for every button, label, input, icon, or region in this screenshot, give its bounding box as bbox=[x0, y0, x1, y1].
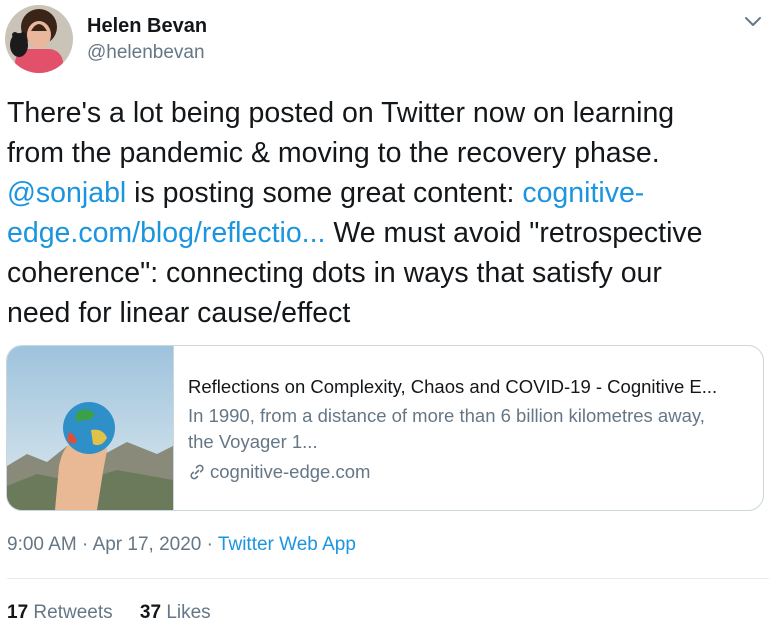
meta-separator: · bbox=[76, 534, 93, 555]
avatar[interactable] bbox=[5, 5, 73, 73]
tweet-text: There's a lot being posted on Twitter no… bbox=[7, 93, 775, 333]
card-description-line: In 1990, from a distance of more than 6 … bbox=[188, 405, 705, 426]
url-link[interactable]: cognitive- bbox=[522, 177, 644, 209]
tweet-line: There's a lot being posted on Twitter no… bbox=[7, 93, 775, 133]
card-description-line: the Voyager 1... bbox=[188, 431, 318, 452]
tweet-meta: 9:00 AM · Apr 17, 2020 · Twitter Web App bbox=[7, 532, 356, 558]
tweet-line: from the pandemic & moving to the recove… bbox=[7, 133, 775, 173]
tweet-time[interactable]: 9:00 AM bbox=[7, 534, 77, 555]
tweet-stats: 17 Retweets 37 Likes bbox=[7, 600, 233, 626]
source-app-link[interactable]: Twitter Web App bbox=[218, 534, 356, 555]
divider bbox=[7, 578, 769, 579]
tweet-text-segment: from the pandemic & moving to the recove… bbox=[7, 137, 660, 169]
tweet-date[interactable]: Apr 17, 2020 bbox=[93, 534, 202, 555]
tweet-text-segment: is posting some great content: bbox=[126, 177, 523, 209]
tweet-text-segment: We must avoid "retrospective bbox=[325, 217, 703, 249]
tweet-line: need for linear cause/effect bbox=[7, 293, 775, 333]
card-title: Reflections on Complexity, Chaos and COV… bbox=[188, 376, 718, 397]
tweet-line: coherence": connecting dots in ways that… bbox=[7, 253, 775, 293]
card-body: Reflections on Complexity, Chaos and COV… bbox=[188, 374, 753, 485]
link-icon bbox=[190, 464, 204, 480]
tweet-line: @sonjabl is posting some great content: … bbox=[7, 173, 775, 213]
chevron-down-icon bbox=[745, 17, 761, 26]
retweets-label: Retweets bbox=[33, 602, 113, 623]
author-handle[interactable]: @helenbevan bbox=[87, 41, 207, 65]
likes-label: Likes bbox=[166, 602, 211, 623]
tweet-text-segment: need for linear cause/effect bbox=[7, 297, 351, 329]
card-thumbnail bbox=[7, 346, 174, 510]
likes-stat[interactable]: 37 Likes bbox=[140, 600, 211, 626]
more-options-button[interactable] bbox=[743, 14, 763, 30]
mention-link[interactable]: @sonjabl bbox=[7, 177, 126, 209]
meta-separator: · bbox=[201, 534, 218, 555]
tweet-text-segment: coherence": connecting dots in ways that… bbox=[7, 257, 662, 289]
retweets-stat[interactable]: 17 Retweets bbox=[7, 600, 113, 626]
card-domain: cognitive-edge.com bbox=[188, 459, 753, 485]
tweet-text-segment: There's a lot being posted on Twitter no… bbox=[7, 97, 675, 129]
url-link-continued[interactable]: edge.com/blog/reflectio... bbox=[7, 217, 325, 249]
likes-count: 37 bbox=[139, 602, 162, 623]
card-domain-text: cognitive-edge.com bbox=[210, 461, 371, 482]
author-name[interactable]: Helen Bevan bbox=[87, 14, 207, 38]
link-preview-card[interactable]: Reflections on Complexity, Chaos and COV… bbox=[6, 345, 764, 511]
tweet-line: edge.com/blog/reflectio... We must avoid… bbox=[7, 213, 775, 253]
retweets-count: 17 bbox=[7, 602, 29, 623]
author-info: Helen Bevan @helenbevan bbox=[87, 14, 207, 65]
card-description: In 1990, from a distance of more than 6 … bbox=[188, 403, 753, 455]
